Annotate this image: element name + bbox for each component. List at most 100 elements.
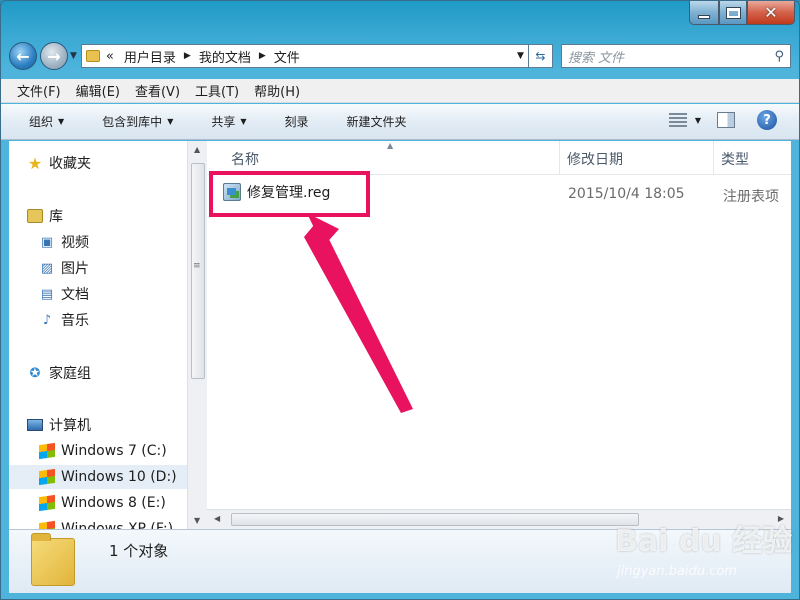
sort-indicator-icon: ▲ bbox=[387, 141, 394, 150]
close-icon: ✕ bbox=[764, 3, 778, 22]
windows-drive-icon bbox=[39, 468, 55, 486]
organize-label: 组织 bbox=[29, 115, 54, 129]
nav-homegroup-label: 家庭组 bbox=[49, 366, 91, 382]
minimize-button[interactable] bbox=[689, 1, 719, 25]
nav-favorites[interactable]: ★ 收藏夹 bbox=[27, 151, 187, 175]
breadcrumb-files[interactable]: 文件 bbox=[274, 47, 300, 66]
nav-homegroup[interactable]: ✪ 家庭组 bbox=[27, 361, 187, 385]
address-row: ← → ▼ « 用户目录 ▶ 我的文档 ▶ 文件 ▼ ⇆ 搜索 文件 ⚲ bbox=[9, 39, 791, 73]
breadcrumb-overflow[interactable]: « bbox=[106, 49, 114, 64]
file-list-pane: ▲ 名称 修改日期 类型 修复管理.reg 2015/10/4 18:05 注册… bbox=[207, 141, 791, 529]
scroll-grip-icon: ≡ bbox=[193, 261, 201, 271]
menu-edit[interactable]: 编辑(E) bbox=[76, 81, 120, 100]
nav-drive-e[interactable]: Windows 8 (E:) bbox=[39, 491, 187, 515]
forward-arrow-icon: → bbox=[47, 46, 61, 66]
breadcrumb-separator-icon[interactable]: ▶ bbox=[259, 51, 266, 61]
menu-tools[interactable]: 工具(T) bbox=[195, 81, 239, 100]
horizontal-scroll-thumb[interactable] bbox=[231, 513, 639, 526]
homegroup-icon: ✪ bbox=[29, 365, 41, 381]
drive-e-label: Windows 8 (E:) bbox=[61, 495, 166, 511]
nav-drive-f[interactable]: Windows XP (F:) bbox=[39, 517, 187, 529]
library-icon bbox=[27, 209, 43, 223]
folder-icon bbox=[85, 50, 100, 62]
command-bar: 组织 ▼ 包含到库中 ▼ 共享 ▼ 刻录 新建文件夹 ▼ ? bbox=[1, 104, 799, 140]
column-type[interactable]: 类型 bbox=[721, 149, 749, 169]
nav-computer[interactable]: 计算机 bbox=[27, 413, 187, 437]
column-divider[interactable] bbox=[559, 141, 560, 175]
address-dropdown-icon[interactable]: ▼ bbox=[517, 51, 524, 61]
breadcrumb-separator-icon[interactable]: ▶ bbox=[184, 51, 191, 61]
caption-buttons: ✕ bbox=[689, 1, 795, 25]
search-icon[interactable]: ⚲ bbox=[774, 49, 784, 64]
nav-drive-c[interactable]: Windows 7 (C:) bbox=[39, 439, 187, 463]
scroll-down-icon[interactable]: ▼ bbox=[194, 516, 200, 525]
scroll-up-icon[interactable]: ▲ bbox=[194, 145, 200, 154]
file-modified: 2015/10/4 18:05 bbox=[568, 186, 685, 202]
column-divider[interactable] bbox=[713, 141, 714, 175]
column-name[interactable]: 名称 bbox=[231, 149, 259, 169]
document-icon: ▤ bbox=[40, 286, 54, 302]
share-label: 共享 bbox=[211, 115, 236, 129]
back-button[interactable]: ← bbox=[9, 42, 37, 70]
breadcrumb-my-documents[interactable]: 我的文档 bbox=[199, 47, 251, 66]
search-placeholder: 搜索 文件 bbox=[567, 50, 625, 66]
item-count: 1 个对象 bbox=[109, 542, 169, 560]
nav-favorites-label: 收藏夹 bbox=[49, 156, 91, 172]
scroll-thumb[interactable] bbox=[191, 163, 205, 379]
burn-button[interactable]: 刻录 bbox=[285, 113, 309, 130]
drive-f-label: Windows XP (F:) bbox=[61, 521, 174, 529]
new-folder-button[interactable]: 新建文件夹 bbox=[347, 113, 407, 130]
navigation-pane: ★ 收藏夹 库 ▣ 视频 ▨ 图片 ▤ 文档 ♪ 音乐 ✪ 家庭组 计算机 Windows … bbox=[9, 141, 187, 529]
nav-libraries-label: 库 bbox=[49, 209, 63, 225]
organize-button[interactable]: 组织 ▼ bbox=[29, 113, 64, 130]
nav-vertical-scrollbar[interactable]: ▲ ≡ ▼ bbox=[187, 141, 207, 529]
nav-documents-label: 文档 bbox=[61, 287, 89, 303]
refresh-button[interactable]: ⇆ bbox=[528, 44, 553, 68]
windows-drive-icon bbox=[39, 520, 55, 529]
windows-drive-icon bbox=[39, 494, 55, 512]
preview-pane-icon[interactable] bbox=[717, 112, 735, 128]
include-in-library-button[interactable]: 包含到库中 ▼ bbox=[102, 113, 173, 130]
column-modified[interactable]: 修改日期 bbox=[567, 149, 623, 169]
search-input[interactable]: 搜索 文件 ⚲ bbox=[560, 44, 791, 68]
picture-icon: ▨ bbox=[40, 260, 54, 276]
view-options-icon[interactable] bbox=[668, 113, 687, 127]
star-icon: ★ bbox=[27, 153, 43, 173]
nav-drive-d[interactable]: Windows 10 (D:) bbox=[9, 465, 187, 489]
drive-c-label: Windows 7 (C:) bbox=[61, 443, 167, 459]
refresh-icon: ⇆ bbox=[535, 49, 546, 63]
column-header-row: ▲ 名称 修改日期 类型 bbox=[207, 141, 791, 175]
address-bar[interactable]: « 用户目录 ▶ 我的文档 ▶ 文件 ▼ bbox=[80, 44, 529, 68]
nav-videos[interactable]: ▣ 视频 bbox=[39, 230, 187, 254]
view-controls: ▼ ? bbox=[668, 110, 777, 130]
scroll-left-icon[interactable]: ◀ bbox=[214, 514, 220, 523]
close-button[interactable]: ✕ bbox=[747, 1, 795, 25]
help-icon[interactable]: ? bbox=[757, 110, 777, 130]
share-button[interactable]: 共享 ▼ bbox=[211, 113, 246, 130]
view-dropdown-icon[interactable]: ▼ bbox=[695, 116, 701, 125]
maximize-button[interactable] bbox=[719, 1, 747, 25]
menu-help[interactable]: 帮助(H) bbox=[254, 81, 300, 100]
nav-videos-label: 视频 bbox=[61, 235, 89, 251]
back-arrow-icon: ← bbox=[16, 46, 30, 66]
dropdown-arrow-icon: ▼ bbox=[167, 117, 174, 126]
video-icon: ▣ bbox=[40, 234, 54, 250]
maximize-icon bbox=[726, 7, 740, 18]
menu-view[interactable]: 查看(V) bbox=[135, 81, 180, 100]
nav-libraries[interactable]: 库 bbox=[27, 204, 187, 228]
new-folder-label: 新建文件夹 bbox=[346, 115, 407, 129]
file-type: 注册表项 bbox=[723, 189, 779, 205]
breadcrumb-user-dir[interactable]: 用户目录 bbox=[124, 47, 176, 66]
minimize-icon bbox=[698, 14, 710, 19]
forward-button[interactable]: → bbox=[40, 42, 68, 70]
nav-music[interactable]: ♪ 音乐 bbox=[39, 308, 187, 332]
folder-large-icon bbox=[31, 533, 75, 586]
nav-pictures[interactable]: ▨ 图片 bbox=[39, 256, 187, 280]
explorer-window: ✕ ← → ▼ « 用户目录 ▶ 我的文档 ▶ 文件 ▼ ⇆ 搜索 文件 ⚲ 文… bbox=[0, 0, 800, 600]
nav-documents[interactable]: ▤ 文档 bbox=[39, 282, 187, 306]
dropdown-arrow-icon: ▼ bbox=[240, 117, 247, 126]
recent-pages-dropdown[interactable]: ▼ bbox=[70, 51, 77, 61]
include-label: 包含到库中 bbox=[102, 115, 163, 129]
music-icon: ♪ bbox=[42, 312, 52, 328]
menu-file[interactable]: 文件(F) bbox=[17, 81, 61, 100]
